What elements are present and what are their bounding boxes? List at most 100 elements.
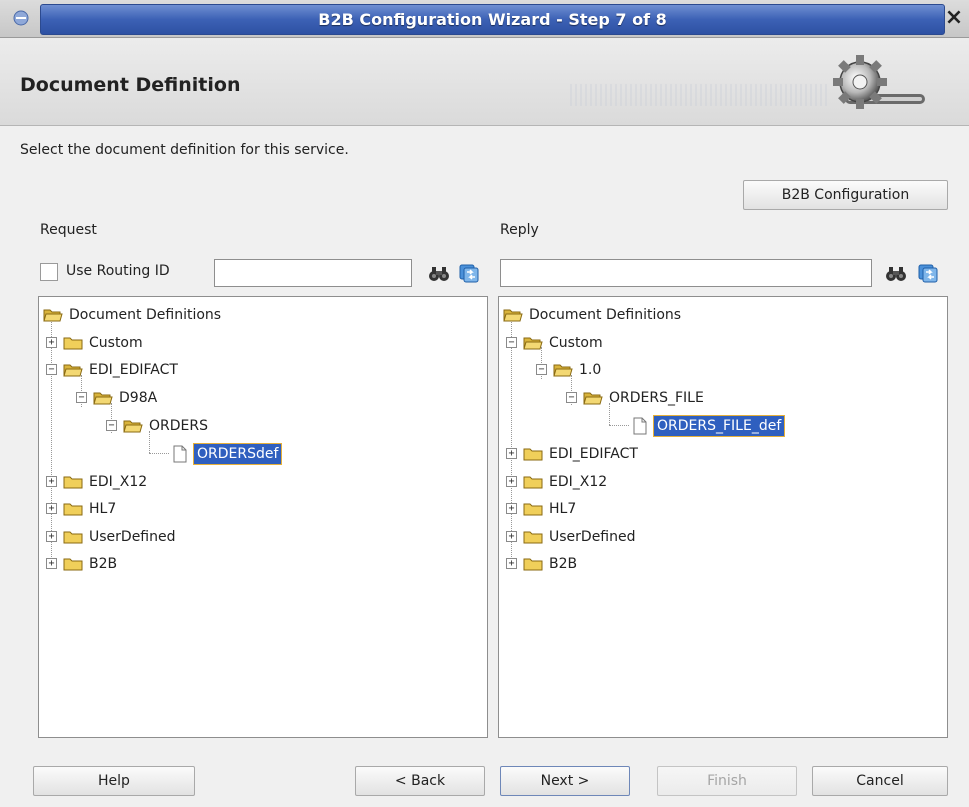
tree-item-b2b[interactable]: B2B: [523, 552, 577, 576]
open-folder-icon: [123, 420, 143, 433]
title-bar: B2B Configuration Wizard - Step 7 of 8 ×: [0, 0, 969, 38]
collapse-toggle[interactable]: −: [106, 420, 117, 431]
folder-icon: [63, 531, 83, 544]
back-button[interactable]: < Back: [355, 766, 485, 796]
expand-toggle[interactable]: +: [506, 476, 517, 487]
tree-label: HL7: [89, 501, 117, 517]
collapse-toggle[interactable]: −: [536, 364, 547, 375]
tree-label: D98A: [119, 390, 158, 406]
tree-item-version-1-0[interactable]: 1.0: [553, 358, 601, 382]
collapse-toggle[interactable]: −: [566, 392, 577, 403]
tree-label: EDI_EDIFACT: [549, 446, 638, 462]
tree-root-reply[interactable]: Document Definitions: [503, 303, 681, 327]
tree-item-orders[interactable]: ORDERS: [123, 414, 208, 438]
expand-toggle[interactable]: +: [506, 531, 517, 542]
help-button[interactable]: Help: [33, 766, 195, 796]
expand-toggle[interactable]: +: [506, 503, 517, 514]
tree-item-userdefined[interactable]: UserDefined: [523, 525, 636, 549]
collapse-toggle[interactable]: −: [46, 364, 57, 375]
open-folder-icon: [43, 309, 63, 322]
tree-label: EDI_EDIFACT: [89, 362, 178, 378]
instruction-text: Select the document definition for this …: [20, 142, 349, 158]
tree-label-selected: ORDERS_FILE_def: [653, 415, 786, 437]
expand-toggle[interactable]: +: [506, 558, 517, 569]
tree-label: EDI_X12: [89, 474, 148, 490]
tree-item-orders-file[interactable]: ORDERS_FILE: [583, 386, 704, 410]
gear-icon: [833, 55, 925, 109]
tree-item-edi-x12[interactable]: EDI_X12: [523, 470, 607, 494]
use-routing-id-label: Use Routing ID: [66, 263, 170, 279]
tree-item-b2b[interactable]: B2B: [63, 552, 117, 576]
request-tree: Document Definitions + Custom − EDI_EDIF…: [38, 296, 488, 738]
folder-icon: [63, 476, 83, 489]
b2b-configuration-button[interactable]: B2B Configuration: [743, 180, 948, 210]
tree-label: Document Definitions: [529, 307, 682, 323]
folder-icon: [63, 558, 83, 571]
expand-toggle[interactable]: +: [46, 531, 57, 542]
window-title: B2B Configuration Wizard - Step 7 of 8: [318, 10, 667, 29]
reply-search-input[interactable]: [500, 259, 872, 287]
collapse-toggle[interactable]: −: [76, 392, 87, 403]
wizard-header: Document Definition: [0, 38, 969, 126]
folder-icon: [63, 503, 83, 516]
tree-label: B2B: [549, 556, 578, 572]
reply-label: Reply: [500, 222, 539, 238]
tree-item-edi-edifact[interactable]: EDI_EDIFACT: [523, 442, 638, 466]
tree-item-orders-file-def[interactable]: ORDERS_FILE_def: [633, 414, 786, 438]
tree-item-edi-edifact[interactable]: EDI_EDIFACT: [63, 358, 178, 382]
folder-icon: [523, 503, 543, 516]
tree-item-edi-x12[interactable]: EDI_X12: [63, 470, 147, 494]
document-icon: [633, 417, 647, 435]
refresh-icon[interactable]: [458, 262, 480, 284]
search-binoculars-icon[interactable]: [428, 262, 450, 284]
tree-item-d98a[interactable]: D98A: [93, 386, 157, 410]
header-decoration: [570, 84, 830, 106]
tree-item-custom[interactable]: Custom: [63, 331, 143, 355]
folder-icon: [523, 448, 543, 461]
open-folder-icon: [63, 364, 83, 377]
open-folder-icon: [523, 337, 543, 350]
reply-tree: Document Definitions − Custom − 1.0 − OR…: [498, 296, 948, 738]
tree-item-hl7[interactable]: HL7: [523, 497, 576, 521]
tree-label: ORDERS: [149, 418, 208, 434]
tree-item-hl7[interactable]: HL7: [63, 497, 116, 521]
close-button[interactable]: ×: [943, 5, 965, 31]
tree-item-ordersdef[interactable]: ORDERSdef: [173, 442, 283, 466]
collapse-toggle[interactable]: −: [506, 337, 517, 348]
folder-icon: [63, 337, 83, 350]
tree-label: UserDefined: [549, 529, 636, 545]
cancel-button[interactable]: Cancel: [812, 766, 948, 796]
folder-icon: [523, 558, 543, 571]
title-band: B2B Configuration Wizard - Step 7 of 8: [40, 4, 945, 35]
search-binoculars-icon[interactable]: [885, 262, 907, 284]
open-folder-icon: [503, 309, 523, 322]
expand-toggle[interactable]: +: [46, 337, 57, 348]
page-title: Document Definition: [20, 74, 241, 96]
tree-label-selected: ORDERSdef: [193, 443, 283, 465]
tree-item-userdefined[interactable]: UserDefined: [63, 525, 176, 549]
finish-button[interactable]: Finish: [657, 766, 797, 796]
tree-label: ORDERS_FILE: [609, 390, 704, 406]
app-icon: [13, 10, 29, 26]
open-folder-icon: [583, 392, 603, 405]
tree-item-custom[interactable]: Custom: [523, 331, 603, 355]
folder-icon: [523, 531, 543, 544]
folder-icon: [523, 476, 543, 489]
open-folder-icon: [93, 392, 113, 405]
expand-toggle[interactable]: +: [506, 448, 517, 459]
tree-label: B2B: [89, 556, 118, 572]
tree-label: HL7: [549, 501, 577, 517]
use-routing-id-checkbox[interactable]: [40, 263, 58, 281]
tree-label: Document Definitions: [69, 307, 222, 323]
next-button[interactable]: Next >: [500, 766, 630, 796]
expand-toggle[interactable]: +: [46, 503, 57, 514]
request-label: Request: [40, 222, 97, 238]
expand-toggle[interactable]: +: [46, 558, 57, 569]
tree-root-request[interactable]: Document Definitions: [43, 303, 221, 327]
request-routing-id-input[interactable]: [214, 259, 412, 287]
tree-label: EDI_X12: [549, 474, 608, 490]
tree-label: 1.0: [579, 362, 602, 378]
expand-toggle[interactable]: +: [46, 476, 57, 487]
refresh-icon[interactable]: [917, 262, 939, 284]
document-icon: [173, 445, 187, 463]
